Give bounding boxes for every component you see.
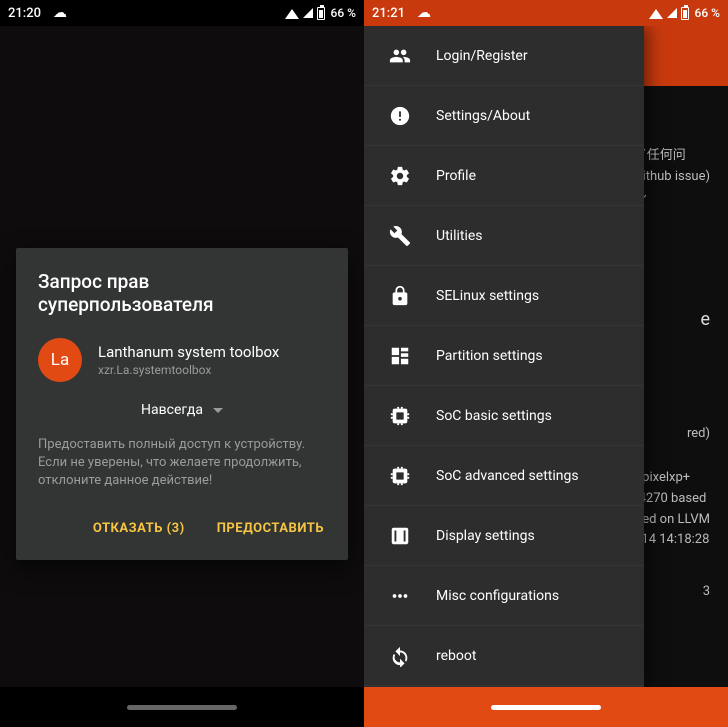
status-time: 21:21: [372, 6, 405, 21]
battery-icon: [317, 7, 325, 20]
navigation-drawer: Login/Register Settings/About Profile Utili…: [364, 26, 644, 687]
home-pill[interactable]: [491, 705, 601, 710]
duration-dropdown[interactable]: Навсегда: [38, 402, 326, 418]
deny-button[interactable]: ОТКАЗАТЬ (3): [91, 513, 187, 544]
phone-left: 21:20 ☁ 66 % Запрос прав суперпользовате…: [0, 0, 364, 727]
nav-bar: [0, 687, 364, 727]
dialog-actions: ОТКАЗАТЬ (3) ПРЕДОСТАВИТЬ: [38, 507, 326, 550]
status-bar: 21:21 ☁ 66 %: [364, 0, 728, 26]
drawer-item-label: Login/Register: [436, 48, 528, 64]
more-icon: [388, 584, 412, 608]
people-icon: [388, 44, 412, 68]
bg-text: e: [700, 306, 710, 335]
drawer-item-partition-settings[interactable]: Partition settings: [364, 326, 644, 386]
su-request-dialog: Запрос прав суперпользователя La Lanthan…: [16, 248, 348, 560]
drawer-item-label: Settings/About: [436, 108, 530, 124]
dialog-title: Запрос прав суперпользователя: [38, 270, 326, 316]
drawer-item-reboot[interactable]: reboot: [364, 626, 644, 686]
drawer-item-label: Utilities: [436, 228, 483, 244]
gear-icon: [388, 164, 412, 188]
drawer-item-label: Profile: [436, 168, 476, 184]
display-icon: [388, 524, 412, 548]
drawer-item-profile[interactable]: Profile: [364, 146, 644, 206]
wifi-icon: [285, 9, 299, 19]
duration-button[interactable]: Навсегда: [141, 402, 223, 418]
cloud-icon: ☁: [417, 5, 431, 21]
grant-button[interactable]: ПРЕДОСТАВИТЬ: [215, 513, 326, 544]
drawer-item-label: SoC basic settings: [436, 408, 552, 424]
bg-text: 3: [703, 582, 710, 603]
screen-body: Запрос прав суперпользователя La Lanthan…: [0, 26, 364, 687]
drawer-item-label: Partition settings: [436, 348, 543, 364]
drawer-item-label: Display settings: [436, 528, 535, 544]
battery-percent: 66 %: [331, 6, 356, 20]
app-row: La Lanthanum system toolbox xzr.La.syste…: [38, 338, 326, 382]
wrench-icon: [388, 224, 412, 248]
screen-body: 发现了任何问 使用Github issue) 好评～ e red) 179-pi…: [364, 26, 728, 687]
partition-icon: [388, 344, 412, 368]
status-time: 21:20: [8, 6, 41, 21]
bg-text: red): [687, 424, 710, 445]
duration-label: Навсегда: [141, 402, 203, 418]
wifi-icon: [649, 9, 663, 19]
drawer-item-soc-basic-settings[interactable]: SoC basic settings: [364, 386, 644, 446]
signal-icon: [667, 8, 677, 18]
drawer-item-display-settings[interactable]: Display settings: [364, 506, 644, 566]
drawer-item-utilities[interactable]: Utilities: [364, 206, 644, 266]
drawer-item-soc-advanced-settings[interactable]: SoC advanced settings: [364, 446, 644, 506]
drawer-item-label: SELinux settings: [436, 288, 539, 304]
cloud-icon: ☁: [53, 5, 67, 21]
drawer-item-label: reboot: [436, 648, 476, 664]
battery-icon: [681, 7, 689, 20]
chip-icon: [388, 464, 412, 488]
app-name: Lanthanum system toolbox: [98, 343, 279, 361]
drawer-item-misc-configurations[interactable]: Misc configurations: [364, 566, 644, 626]
battery-percent: 66 %: [695, 6, 720, 20]
phone-right: 21:21 ☁ 66 % 发现了任何问 使用Github issue) 好评～ …: [364, 0, 728, 727]
drawer-item-selinux-settings[interactable]: SELinux settings: [364, 266, 644, 326]
drawer-item-label: Misc configurations: [436, 588, 559, 604]
drawer-item-settings-about[interactable]: Settings/About: [364, 86, 644, 146]
chevron-down-icon: [213, 408, 223, 413]
warning-text: Предоставить полный доступ к устройству.…: [38, 436, 326, 491]
lock-icon: [388, 284, 412, 308]
drawer-item-label: SoC advanced settings: [436, 468, 579, 484]
signal-icon: [303, 8, 313, 18]
error-icon: [388, 104, 412, 128]
reboot-icon: [388, 644, 412, 668]
app-package: xzr.La.systemtoolbox: [98, 363, 279, 377]
nav-bar: [364, 687, 728, 727]
app-icon: La: [38, 338, 82, 382]
drawer-item-login-register[interactable]: Login/Register: [364, 26, 644, 86]
status-bar: 21:20 ☁ 66 %: [0, 0, 364, 26]
chip-icon: [388, 404, 412, 428]
home-pill[interactable]: [127, 705, 237, 710]
